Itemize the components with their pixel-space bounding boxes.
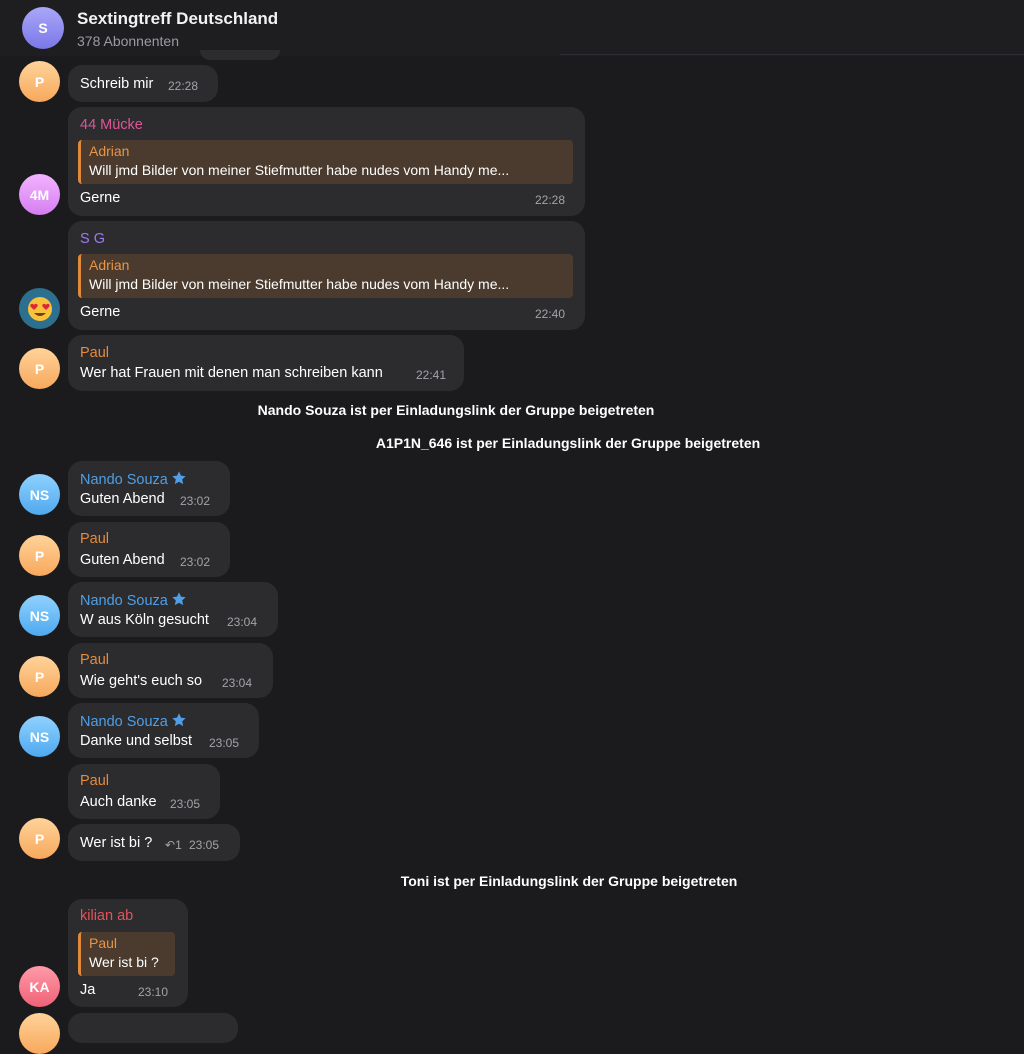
message-time: 22:28 bbox=[168, 79, 199, 93]
star-icon bbox=[172, 471, 186, 485]
message-bubble[interactable]: Wer ist bi ? ↶1 23:05 bbox=[68, 824, 240, 861]
message-text: Wer ist bi ? bbox=[80, 835, 153, 851]
message-time: 23:05 bbox=[170, 797, 201, 811]
avatar[interactable]: KA bbox=[19, 966, 60, 1007]
avatar[interactable]: P bbox=[19, 348, 60, 389]
service-message: Toni ist per Einladungslink der Gruppe b… bbox=[400, 873, 738, 889]
message-bubble[interactable]: Paul Wer hat Frauen mit denen man schrei… bbox=[68, 335, 464, 391]
sender-name[interactable]: Nando Souza bbox=[80, 591, 187, 609]
reply-quote[interactable]: Adrian Will jmd Bilder von meiner Stiefm… bbox=[78, 140, 573, 184]
smiling-heart-eyes-emoji-icon bbox=[27, 296, 52, 321]
sender-name[interactable]: Paul bbox=[80, 652, 109, 668]
message-time: 23:04 bbox=[227, 615, 258, 629]
chat-avatar[interactable]: S bbox=[22, 7, 64, 49]
quote-text: Will jmd Bilder von meiner Stiefmutter h… bbox=[89, 276, 510, 292]
message-bubble[interactable]: Paul Auch danke 23:05 bbox=[68, 764, 220, 819]
star-icon bbox=[172, 592, 186, 606]
message-time: 23:02 bbox=[180, 555, 211, 569]
message-bubble[interactable]: Schreib mir 22:28 bbox=[68, 65, 218, 102]
avatar-partial[interactable] bbox=[19, 1013, 60, 1054]
message-time: 22:41 bbox=[416, 368, 447, 382]
quote-author: Adrian bbox=[89, 143, 130, 159]
chat-header[interactable]: S Sextingtreff Deutschland 378 Abonnente… bbox=[0, 0, 1024, 56]
avatar[interactable]: P bbox=[19, 61, 60, 102]
message-bubble[interactable]: Paul Wie geht's euch so 23:04 bbox=[68, 643, 273, 698]
message-bubble[interactable]: 44 Mücke Adrian Will jmd Bilder von mein… bbox=[68, 107, 585, 216]
message-text: Wie geht's euch so bbox=[80, 673, 203, 689]
chat-title: Sextingtreff Deutschland bbox=[77, 9, 279, 28]
avatar[interactable]: NS bbox=[19, 716, 60, 757]
message-bubble[interactable]: Nando Souza W aus Köln gesucht 23:04 bbox=[68, 582, 278, 637]
message-bubble-partial bbox=[68, 1013, 238, 1043]
sender-name[interactable]: S G bbox=[80, 231, 105, 247]
reply-quote[interactable]: Adrian Will jmd Bilder von meiner Stiefm… bbox=[78, 254, 573, 298]
message-bubble[interactable]: Nando Souza Danke und selbst 23:05 bbox=[68, 703, 259, 758]
message-time: 23:02 bbox=[180, 494, 211, 508]
avatar[interactable]: 4M bbox=[19, 174, 60, 215]
reply-count: 1 bbox=[175, 838, 182, 852]
message-text: Schreib mir bbox=[80, 76, 154, 92]
quote-author: Paul bbox=[89, 935, 118, 951]
service-message: A1P1N_646 ist per Einladungslink der Gru… bbox=[375, 435, 761, 451]
message-text: Danke und selbst bbox=[80, 733, 193, 749]
avatar[interactable]: P bbox=[19, 656, 60, 697]
message-text: Gerne bbox=[80, 190, 121, 206]
message-time: 22:40 bbox=[535, 307, 566, 321]
message-bubble[interactable]: kilian ab Paul Wer ist bi ? Ja 23:10 bbox=[68, 899, 188, 1007]
sender-name[interactable]: kilian ab bbox=[80, 908, 133, 924]
subscriber-count: 378 Abonnenten bbox=[77, 33, 179, 49]
message-text: Auch danke bbox=[80, 794, 157, 810]
sender-name[interactable]: Paul bbox=[80, 531, 109, 547]
message-bubble[interactable]: Nando Souza Guten Abend 23:02 bbox=[68, 461, 230, 516]
sender-name[interactable]: Paul bbox=[80, 345, 109, 361]
service-message: Nando Souza ist per Einladungslink der G… bbox=[257, 402, 655, 418]
avatar[interactable]: NS bbox=[19, 595, 60, 636]
message-bubble[interactable]: Paul Guten Abend 23:02 bbox=[68, 522, 230, 577]
quote-text: Wer ist bi ? bbox=[89, 954, 159, 970]
sender-name[interactable]: 44 Mücke bbox=[80, 117, 143, 133]
avatar[interactable]: P bbox=[19, 535, 60, 576]
reply-arrow-icon: ↶ bbox=[165, 838, 176, 852]
sender-name[interactable]: Paul bbox=[80, 773, 109, 789]
replies-indicator[interactable]: ↶1 bbox=[165, 838, 182, 852]
reply-quote[interactable]: Paul Wer ist bi ? bbox=[78, 932, 175, 976]
message-text: W aus Köln gesucht bbox=[80, 612, 209, 628]
header-divider bbox=[560, 54, 1024, 55]
message-bubble[interactable]: S G Adrian Will jmd Bilder von meiner St… bbox=[68, 221, 585, 330]
quote-text: Will jmd Bilder von meiner Stiefmutter h… bbox=[89, 162, 510, 178]
message-text: Wer hat Frauen mit denen man schreiben k… bbox=[80, 365, 383, 381]
sender-name[interactable]: Nando Souza bbox=[80, 470, 187, 488]
message-time: 23:10 bbox=[138, 985, 169, 999]
avatar[interactable]: NS bbox=[19, 474, 60, 515]
message-text: Guten Abend bbox=[80, 552, 165, 568]
message-text: Guten Abend bbox=[80, 491, 165, 507]
avatar[interactable] bbox=[19, 288, 60, 329]
message-text: Gerne bbox=[80, 304, 121, 320]
message-time: 23:05 bbox=[189, 838, 220, 852]
avatar[interactable]: P bbox=[19, 818, 60, 859]
message-bubble-partial bbox=[200, 50, 280, 60]
star-icon bbox=[172, 713, 186, 727]
message-time: 23:04 bbox=[222, 676, 253, 690]
quote-author: Adrian bbox=[89, 257, 130, 273]
message-text: Ja bbox=[80, 982, 96, 998]
sender-name[interactable]: Nando Souza bbox=[80, 712, 187, 730]
message-time: 22:28 bbox=[535, 193, 566, 207]
message-time: 23:05 bbox=[209, 736, 240, 750]
